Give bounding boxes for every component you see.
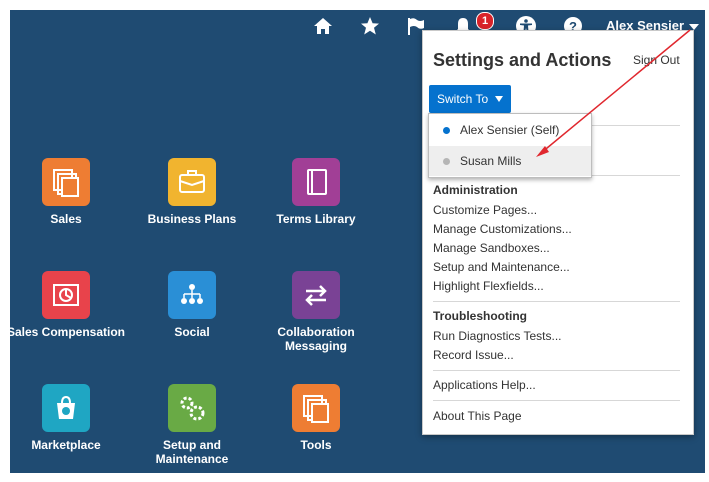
selected-dot-icon (443, 126, 450, 134)
tile-social[interactable]: Social (132, 271, 252, 339)
chevron-down-icon (495, 96, 504, 102)
troubleshooting-heading: Troubleshooting (433, 309, 527, 323)
marketplace-bag-icon (42, 384, 90, 432)
tile-label: Social (174, 325, 210, 339)
tile-label: Marketplace (31, 438, 101, 452)
messaging-arrows-icon (292, 271, 340, 319)
applications-help-link[interactable]: Applications Help... (433, 378, 536, 392)
tile-label: Tools (300, 438, 332, 452)
tools-icon (292, 384, 340, 432)
switch-option-label: Alex Sensier (Self) (460, 123, 560, 137)
notification-count-badge: 1 (476, 12, 494, 30)
tile-collaboration-messaging[interactable]: Collaboration Messaging (256, 271, 376, 353)
setup-and-maintenance-link[interactable]: Setup and Maintenance... (433, 260, 570, 274)
tile-sales[interactable]: Sales (10, 158, 126, 226)
switch-to-button[interactable]: Switch To (429, 85, 512, 113)
book-icon (292, 158, 340, 206)
unselected-dot-icon (443, 157, 450, 165)
compensation-icon (42, 271, 90, 319)
manage-sandboxes-link[interactable]: Manage Sandboxes... (433, 241, 550, 255)
administration-heading: Administration (433, 183, 518, 197)
tile-label: Collaboration Messaging (277, 325, 355, 353)
divider (433, 370, 680, 371)
favorites-star-icon[interactable] (357, 14, 383, 38)
tile-business-plans[interactable]: Business Plans (132, 158, 252, 226)
tile-terms-library[interactable]: Terms Library (256, 158, 376, 226)
divider (433, 301, 680, 302)
switch-to-label: Switch To (437, 92, 489, 106)
manage-customizations-link[interactable]: Manage Customizations... (433, 222, 572, 236)
sales-icon (42, 158, 90, 206)
tile-label: Business Plans (147, 212, 237, 226)
about-this-page-link[interactable]: About This Page (433, 409, 522, 423)
settings-and-actions-panel: Settings and Actions Sign Out Switch To … (422, 30, 694, 435)
tile-sales-compensation[interactable]: Sales Compensation (10, 271, 126, 339)
record-issue-link[interactable]: Record Issue... (433, 348, 514, 362)
tile-label: Terms Library (276, 212, 356, 226)
tile-label: Setup and Maintenance (155, 438, 229, 466)
switch-option-susan-mills[interactable]: Susan Mills (429, 146, 591, 176)
tile-tools[interactable]: Tools (256, 384, 376, 452)
panel-title: Settings and Actions (433, 50, 612, 70)
switch-to-dropdown: Alex Sensier (Self) Susan Mills (428, 113, 592, 178)
tile-setup-and-maintenance[interactable]: Setup and Maintenance (132, 384, 252, 466)
tile-label: Sales Compensation (10, 325, 126, 339)
briefcase-icon (168, 158, 216, 206)
divider (433, 400, 680, 401)
sign-out-link[interactable]: Sign Out (633, 53, 680, 67)
tile-label: Sales (50, 212, 82, 226)
switch-option-label: Susan Mills (460, 154, 522, 168)
run-diagnostics-tests-link[interactable]: Run Diagnostics Tests... (433, 329, 562, 343)
tile-marketplace[interactable]: Marketplace (10, 384, 126, 452)
customize-pages-link[interactable]: Customize Pages... (433, 203, 537, 217)
social-network-icon (168, 271, 216, 319)
gears-icon (168, 384, 216, 432)
chevron-down-icon (689, 23, 700, 30)
home-icon[interactable] (310, 14, 336, 38)
switch-option-self[interactable]: Alex Sensier (Self) (429, 115, 591, 145)
highlight-flexfields-link[interactable]: Highlight Flexfields... (433, 279, 544, 293)
